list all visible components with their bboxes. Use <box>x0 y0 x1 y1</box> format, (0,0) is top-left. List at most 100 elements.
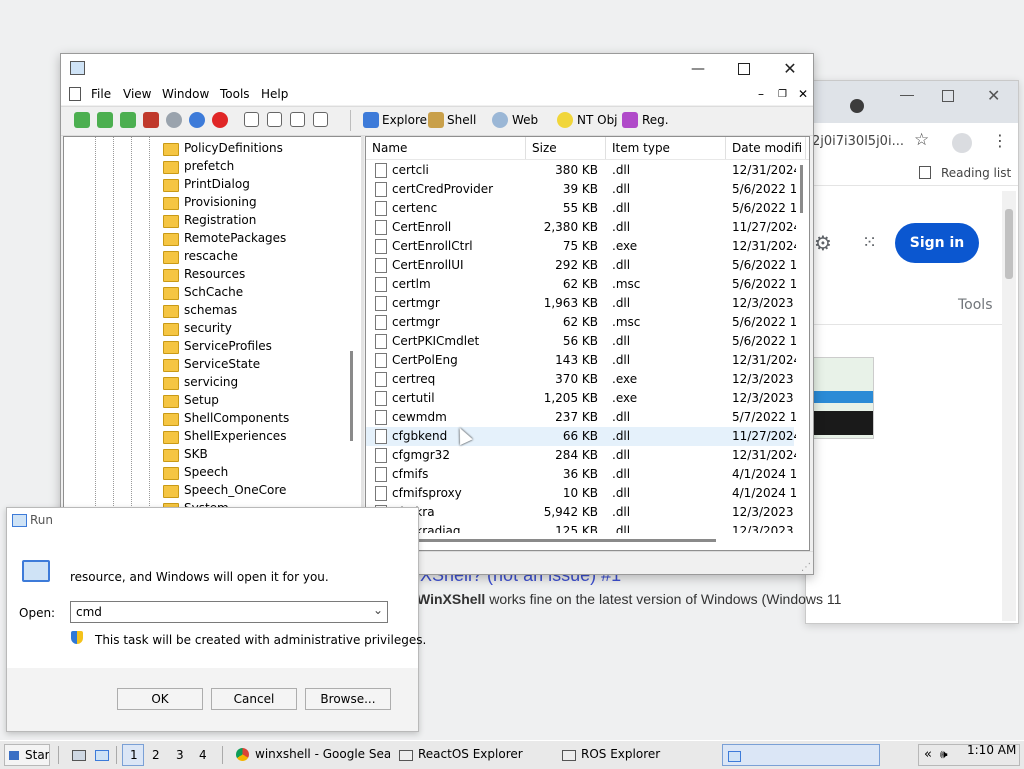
menu-file[interactable]: File <box>91 87 111 101</box>
tree-item-remotepackages[interactable]: RemotePackages <box>184 231 286 245</box>
tree-item-shellexperiences[interactable]: ShellExperiences <box>184 429 286 443</box>
view-large-icon[interactable] <box>244 112 259 127</box>
registry-button[interactable]: Reg. <box>642 113 669 127</box>
desktop-2-button[interactable]: 2 <box>152 748 160 762</box>
explore-button[interactable]: Explore <box>382 113 427 127</box>
task-ros-explorer[interactable]: ROS Explorer <box>558 744 716 766</box>
tree-item-prefetch[interactable]: prefetch <box>184 159 234 173</box>
tree-item-schemas[interactable]: schemas <box>184 303 237 317</box>
file-row[interactable]: cfmifs 36 KB .dll 4/1/2024 12 <box>366 465 796 484</box>
tree-item-rescache[interactable]: rescache <box>184 249 238 263</box>
sign-in-button[interactable]: Sign in <box>895 223 979 263</box>
web-button[interactable]: Web <box>512 113 538 127</box>
tree-item-resources[interactable]: Resources <box>184 267 245 281</box>
child-restore-icon[interactable]: ❐ <box>778 89 787 100</box>
desktop-3-button[interactable]: 3 <box>176 748 184 762</box>
tree-item-servicing[interactable]: servicing <box>184 375 238 389</box>
child-minimize-icon[interactable]: – <box>758 87 764 101</box>
tree-item-printdialog[interactable]: PrintDialog <box>184 177 250 191</box>
file-row[interactable]: certreq 370 KB .exe 12/3/2023 1( <box>366 370 796 389</box>
file-row[interactable]: Chakra5,942 KB.dll12/3/2023 1( <box>366 503 796 522</box>
open-combobox[interactable]: cmd ⌄ <box>70 601 388 623</box>
cancel-button[interactable]: Cancel <box>211 688 297 710</box>
shell-icon[interactable] <box>428 112 444 128</box>
file-row[interactable]: CertPolEng 143 KB .dll 12/31/2024 <box>366 351 796 370</box>
profile-avatar-icon[interactable] <box>952 133 972 153</box>
browse-button[interactable]: Browse... <box>305 688 391 710</box>
child-close-icon[interactable]: ✕ <box>798 87 808 101</box>
close-icon[interactable]: ✕ <box>987 86 1000 105</box>
file-row[interactable]: Chakradiag125 KB.dll12/3/2023 1( <box>366 522 796 533</box>
file-row[interactable]: cfgmgr32 284 KB .dll 12/31/2024 <box>366 446 796 465</box>
minimize-icon[interactable] <box>900 95 914 96</box>
file-row[interactable]: CertEnrollUI 292 KB .dll 5/6/2022 10 <box>366 256 796 275</box>
registry-icon[interactable] <box>622 112 638 128</box>
apps-grid-icon[interactable]: ⁙ <box>862 232 877 253</box>
web-icon[interactable] <box>492 112 508 128</box>
task-chrome[interactable]: winxshell - Google Sear... <box>232 744 390 766</box>
ok-button[interactable]: OK <box>117 688 203 710</box>
scrollbar-track[interactable] <box>1002 191 1016 621</box>
address-bar-text[interactable]: 2j0i7i30l5j0i... <box>812 134 904 149</box>
search-tools-tab[interactable]: Tools <box>958 297 993 313</box>
resize-grip-icon[interactable]: ⋰ <box>801 562 811 573</box>
maximize-button[interactable] <box>721 54 767 83</box>
explorer-titlebar[interactable]: — ✕ <box>61 54 813 83</box>
file-row[interactable]: certlm 62 KB .msc 5/6/2022 10 <box>366 275 796 294</box>
pane-splitter[interactable] <box>361 136 364 551</box>
explore-icon[interactable] <box>363 112 379 128</box>
chevron-down-icon[interactable]: ⌄ <box>373 603 383 617</box>
tree-item-security[interactable]: security <box>184 321 232 335</box>
menu-window[interactable]: Window <box>162 87 209 101</box>
file-row[interactable]: cewmdm 237 KB .dll 5/7/2022 12 <box>366 408 796 427</box>
file-row[interactable]: cfgbkend 66 KB .dll 11/27/2024 <box>366 427 796 446</box>
tree-item-servicestate[interactable]: ServiceState <box>184 357 260 371</box>
minimize-button[interactable]: — <box>675 54 721 83</box>
column-header-date[interactable]: Date modifi <box>726 137 806 159</box>
tree-item-speech-onecore[interactable]: Speech_OneCore <box>184 483 286 497</box>
home-icon[interactable] <box>143 112 159 128</box>
view-small-icon[interactable] <box>267 112 282 127</box>
view-list-icon[interactable] <box>290 112 305 127</box>
nt-obj-icon[interactable] <box>557 112 573 128</box>
tree-item-speech[interactable]: Speech <box>184 465 228 479</box>
menu-view[interactable]: View <box>123 87 151 101</box>
bookmark-star-icon[interactable]: ☆ <box>914 130 929 150</box>
file-row[interactable]: certcli 380 KB .dll 12/31/2024 <box>366 161 796 180</box>
file-row[interactable]: certmgr 62 KB .msc 5/6/2022 10 <box>366 313 796 332</box>
tree-item-shellcomponents[interactable]: ShellComponents <box>184 411 289 425</box>
scrollbar-thumb[interactable] <box>1005 209 1013 279</box>
up-icon[interactable] <box>120 112 136 128</box>
tree-item-schcache[interactable]: SchCache <box>184 285 243 299</box>
tree-item-skb[interactable]: SKB <box>184 447 208 461</box>
stop-icon[interactable] <box>212 112 228 128</box>
menu-help[interactable]: Help <box>261 87 288 101</box>
tree-item-policydefinitions[interactable]: PolicyDefinitions <box>184 141 283 155</box>
tree-item-provisioning[interactable]: Provisioning <box>184 195 257 209</box>
file-vscroll-thumb[interactable] <box>800 165 803 213</box>
file-row[interactable]: CertPKICmdlet 56 KB .dll 5/6/2022 10 <box>366 332 796 351</box>
desktop-1-button[interactable]: 1 <box>122 744 144 766</box>
view-details-icon[interactable] <box>313 112 328 127</box>
file-row[interactable]: certmgr 1,963 KB .dll 12/3/2023 1( <box>366 294 796 313</box>
reading-list-icon[interactable] <box>919 166 931 179</box>
column-header-type[interactable]: Item type <box>606 137 726 159</box>
tree-item-setup[interactable]: Setup <box>184 393 219 407</box>
desktop-4-button[interactable]: 4 <box>199 748 207 762</box>
file-row[interactable]: certutil 1,205 KB .exe 12/3/2023 1( <box>366 389 796 408</box>
volume-icon[interactable]: 🕪 <box>940 747 948 762</box>
file-list-pane[interactable]: Name Size Item type Date modifi ⌃ certcl… <box>365 136 810 551</box>
open-input[interactable]: cmd <box>76 605 102 619</box>
file-row[interactable]: certenc 55 KB .dll 5/6/2022 10 <box>366 199 796 218</box>
page-settings-icon[interactable]: ⚙ <box>814 231 832 255</box>
task-run-dialog[interactable] <box>722 744 880 766</box>
tree-scrollbar-thumb[interactable] <box>350 351 353 441</box>
show-desktop-icon[interactable] <box>72 750 86 761</box>
tree-item-registration[interactable]: Registration <box>184 213 256 227</box>
start-button[interactable]: Start <box>4 744 50 766</box>
maximize-icon[interactable] <box>942 90 954 102</box>
file-row[interactable]: CertEnroll 2,380 KB .dll 11/27/2024 <box>366 218 796 237</box>
forward-icon[interactable] <box>97 112 113 128</box>
search-icon[interactable] <box>166 112 182 128</box>
tree-item-serviceprofiles[interactable]: ServiceProfiles <box>184 339 272 353</box>
